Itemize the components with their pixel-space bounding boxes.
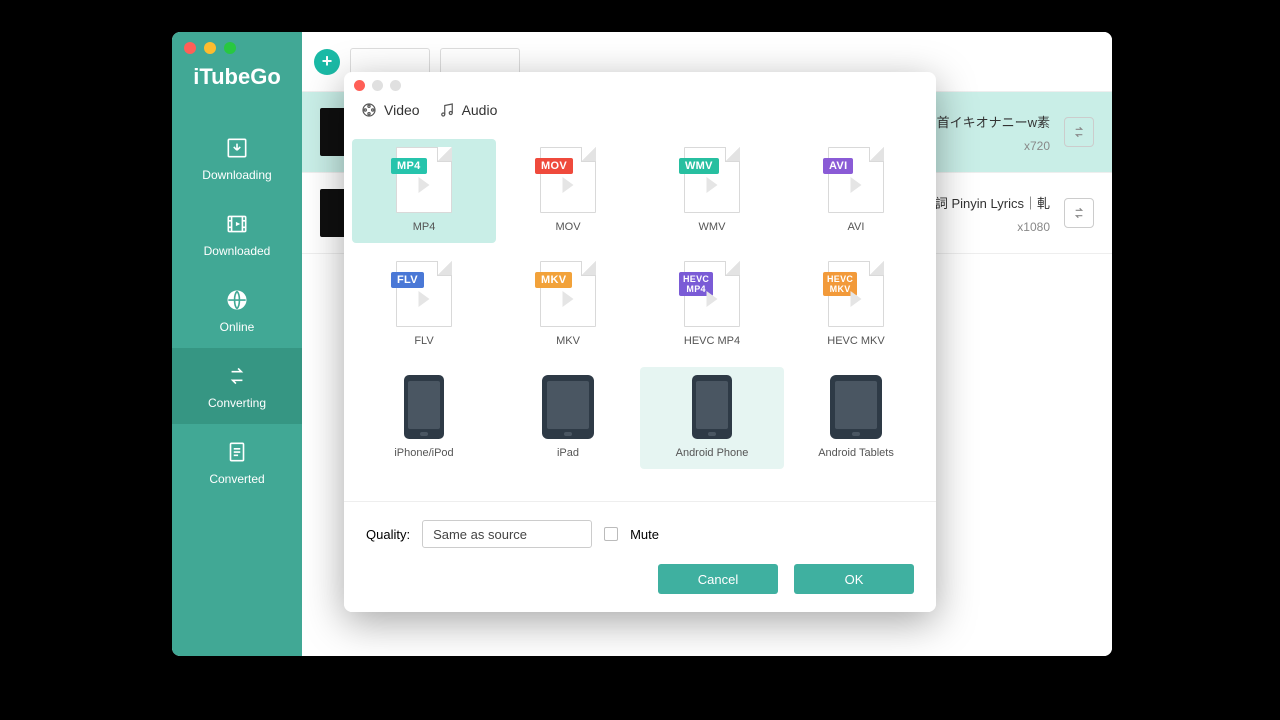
sidebar-item-downloading[interactable]: Downloading (172, 120, 302, 196)
ok-button[interactable]: OK (794, 564, 914, 594)
minimize-icon (372, 80, 383, 91)
file-icon: WMV (684, 147, 740, 213)
format-label: HEVC MKV (784, 335, 928, 347)
device-android-tablets[interactable]: Android Tablets (784, 367, 928, 469)
file-icon: MP4 (396, 147, 452, 213)
format-label: FLV (352, 335, 496, 347)
format-grid: MP4MP4MOVMOVWMVWMVAVIAVIFLVFLVMKVMKVHEVC… (344, 133, 936, 473)
device-iphone-ipod[interactable]: iPhone/iPod (352, 367, 496, 469)
sidebar-item-converted[interactable]: Converted (172, 424, 302, 500)
format-mkv[interactable]: MKV MKV (496, 253, 640, 357)
format-label: HEVC MP4 (640, 335, 784, 347)
film-icon (223, 210, 251, 238)
clipboard-icon (223, 438, 251, 466)
minimize-icon[interactable] (204, 42, 216, 54)
format-label: WMV (640, 221, 784, 233)
format-label: MKV (496, 335, 640, 347)
sidebar-item-online[interactable]: Online (172, 272, 302, 348)
add-button[interactable]: + (314, 49, 340, 75)
zoom-icon (390, 80, 401, 91)
format-mp4[interactable]: MP4 MP4 (352, 139, 496, 243)
device-label: Android Tablets (784, 447, 928, 459)
video-reel-icon (360, 101, 378, 119)
convert-row-button[interactable] (1064, 198, 1094, 228)
device-label: iPhone/iPod (352, 447, 496, 459)
sidebar: iTubeGo Downloading Downloaded Online Co… (172, 32, 302, 656)
tab-audio[interactable]: Audio (438, 101, 498, 119)
file-icon: MKV (540, 261, 596, 327)
device-icon (542, 375, 594, 439)
format-avi[interactable]: AVI AVI (784, 139, 928, 243)
close-icon[interactable] (184, 42, 196, 54)
quality-label: Quality: (366, 527, 410, 542)
quality-select[interactable]: Same as source (422, 520, 592, 548)
file-icon: HEVCMKV (828, 261, 884, 327)
sidebar-item-label: Downloaded (172, 244, 302, 258)
sidebar-item-converting[interactable]: Converting (172, 348, 302, 424)
format-mov[interactable]: MOV MOV (496, 139, 640, 243)
sidebar-item-label: Converting (172, 396, 302, 410)
close-icon[interactable] (354, 80, 365, 91)
convert-arrows-icon (223, 362, 251, 390)
device-ipad[interactable]: iPad (496, 367, 640, 469)
sidebar-item-label: Downloading (172, 168, 302, 182)
modal-window-controls (344, 72, 936, 91)
window-controls (172, 32, 302, 54)
globe-icon (223, 286, 251, 314)
cancel-button[interactable]: Cancel (658, 564, 778, 594)
tab-video[interactable]: Video (360, 101, 420, 119)
device-icon (830, 375, 882, 439)
device-icon (692, 375, 732, 439)
mute-label: Mute (630, 527, 659, 542)
file-icon: HEVCMP4 (684, 261, 740, 327)
format-label: MOV (496, 221, 640, 233)
device-label: iPad (496, 447, 640, 459)
format-hmkv[interactable]: HEVCMKV HEVC MKV (784, 253, 928, 357)
format-wmv[interactable]: WMV WMV (640, 139, 784, 243)
tab-label: Video (384, 102, 420, 118)
convert-row-button[interactable] (1064, 117, 1094, 147)
modal-footer: Quality: Same as source Mute Cancel OK (344, 501, 936, 612)
format-hmp4[interactable]: HEVCMP4 HEVC MP4 (640, 253, 784, 357)
download-icon (223, 134, 251, 162)
modal-tabs: Video Audio (344, 91, 936, 133)
zoom-icon[interactable] (224, 42, 236, 54)
file-icon: AVI (828, 147, 884, 213)
mute-checkbox[interactable] (604, 527, 618, 541)
sidebar-item-label: Online (172, 320, 302, 334)
sidebar-item-downloaded[interactable]: Downloaded (172, 196, 302, 272)
device-android-phone[interactable]: Android Phone (640, 367, 784, 469)
device-icon (404, 375, 444, 439)
format-modal: Video Audio MP4MP4MOVMOVWMVWMVAVIAVIFLVF… (344, 72, 936, 612)
sidebar-item-label: Converted (172, 472, 302, 486)
tab-label: Audio (462, 102, 498, 118)
music-note-icon (438, 101, 456, 119)
format-label: MP4 (352, 221, 496, 233)
device-label: Android Phone (640, 447, 784, 459)
file-icon: MOV (540, 147, 596, 213)
file-icon: FLV (396, 261, 452, 327)
app-brand: iTubeGo (172, 64, 302, 90)
format-flv[interactable]: FLV FLV (352, 253, 496, 357)
format-label: AVI (784, 221, 928, 233)
